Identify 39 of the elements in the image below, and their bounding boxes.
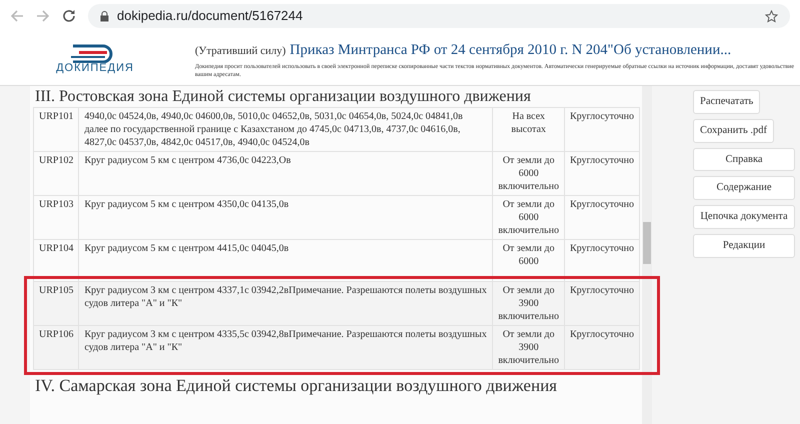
code-cell: URP101: [34, 108, 79, 152]
document-title-link[interactable]: Приказ Минтранса РФ от 24 сентября 2010 г. N 204"Об установлении...: [290, 42, 732, 58]
address-bar[interactable]: dokipedia.ru/document/5167244: [88, 4, 790, 28]
description-cell: Круг радиусом 5 км с центром 4350,0с 04135,0в: [78, 196, 493, 240]
lock-icon: [100, 10, 109, 22]
sidebar-button[interactable]: Справка: [693, 148, 795, 172]
time-cell: Круглосуточно: [564, 282, 640, 326]
code-cell: URP106: [34, 326, 79, 370]
sidebar-button[interactable]: Цепочка документа: [693, 205, 795, 229]
code-cell: URP105: [34, 282, 79, 326]
status-label: (Утративший силу): [195, 44, 286, 57]
time-cell: Круглосуточно: [564, 326, 640, 370]
logo[interactable]: ДОКИПЕДИЯ: [30, 43, 160, 74]
altitude-cell: От земли до 6000 включительно: [492, 152, 564, 196]
altitude-cell: От земли до 3900 включительно: [492, 326, 564, 370]
description-cell: Круг радиусом 3 км с центром 4337,1с 03942,2вПримечание. Разрешаются полеты воздушных судов литера "А" и "К": [78, 282, 493, 326]
back-icon[interactable]: [10, 9, 24, 23]
sidebar-button[interactable]: Распечатать: [693, 90, 760, 114]
sidebar-button[interactable]: Содержание: [693, 176, 795, 200]
altitude-cell: От земли до 3900 включительно: [492, 282, 564, 326]
time-cell: Круглосуточно: [564, 196, 640, 240]
description-cell: Круг радиусом 5 км с центром 4736,0с 04223,Ов: [78, 152, 493, 196]
forward-icon[interactable]: [36, 9, 50, 23]
section-heading: IV. Самарская зона Единой системы организации воздушного движения: [34, 375, 558, 396]
time-cell: Круглосуточно: [564, 108, 640, 152]
description-cell: 4940,0с 04524,0в, 4940,0с 04600,0в, 5010,0с 04652,0в, 5031,0с 04654,0в, 5024,0с 04841,0в далее по государственной границе с Казахстаном до 4745,0с 04713,0в, 4737,0с 04616,0в, 4827,0с 04537,0в, 4842,0с 04517,0в, 4940,0с 04524,0в: [78, 108, 493, 152]
time-cell: Круглосуточно: [564, 152, 640, 196]
sidebar-button[interactable]: Сохранить .pdf: [693, 118, 774, 142]
altitude-cell: На всех высотах: [492, 108, 564, 152]
scrollbar-thumb[interactable]: [643, 222, 651, 264]
star-icon[interactable]: [765, 10, 778, 22]
reload-icon[interactable]: [62, 9, 76, 23]
description-cell: Круг радиусом 3 км с центром 4335,5с 03942,8вПримечание. Разрешаются полеты воздушных судов литера "А" и "К": [78, 326, 493, 370]
altitude-cell: От земли до 6000 включительно: [492, 196, 564, 240]
code-cell: URP102: [34, 152, 79, 196]
sidebar-button[interactable]: Редакции: [693, 234, 795, 258]
section-heading: III. Ростовская зона Единой системы организации воздушного движения: [34, 87, 532, 107]
scrollbar[interactable]: [642, 86, 652, 424]
code-cell: URP103: [34, 196, 79, 240]
